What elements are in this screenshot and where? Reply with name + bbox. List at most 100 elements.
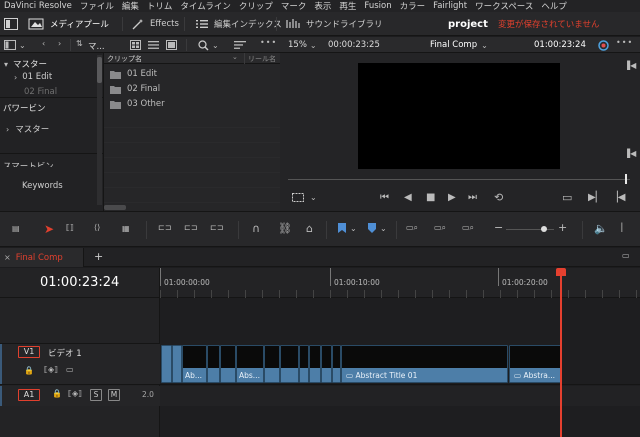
timeline-clip[interactable] [220,345,236,383]
mark-out-icon[interactable]: ▐◀ [624,149,636,158]
bin-item-01-edit[interactable]: › 01 Edit [14,72,52,82]
menu-trim[interactable]: トリム [147,0,173,12]
timeline-clip[interactable]: Ab... [182,345,207,383]
forward-icon[interactable]: › [58,39,61,48]
search-button[interactable]: ⌄ [198,40,219,51]
lock-icon[interactable]: 🔒 [52,389,62,398]
menu-help[interactable]: ヘルプ [541,0,567,12]
bin-list-toggle[interactable]: ⌄ [4,40,26,50]
thumbnail-view-button[interactable] [130,40,141,50]
zoom-in-icon[interactable]: + [558,221,567,234]
track-visibility-icon[interactable]: ▭ [66,365,74,374]
next-edit-icon[interactable]: ▕◀ [610,192,625,203]
timeline-options-icon[interactable]: ▭ [622,251,630,260]
sort-order-button[interactable] [234,40,246,50]
stop-icon[interactable]: ■ [426,192,435,203]
overwrite-clip-icon[interactable]: ⊏⊐ [184,223,197,232]
play-icon[interactable]: ▶ [448,192,456,203]
link-icon[interactable]: ⛓ [278,222,292,235]
dynamic-trim-icon[interactable]: ⟨⟩ [94,223,100,232]
bin-item-02-final[interactable]: 02 Final [24,87,57,97]
effects-button[interactable]: Effects [132,16,179,32]
timeline-clip[interactable]: Abs... [236,345,264,383]
sound-library-button[interactable]: サウンドライブラリ [286,16,383,32]
media-pool-button[interactable]: メディアプール [4,16,109,32]
timeline-clip[interactable] [280,345,299,383]
selection-tool-icon[interactable]: ➤ [44,222,54,236]
match-frame-icon[interactable]: ▭ [562,191,572,204]
marker-button[interactable]: ⌄ [368,223,387,233]
auto-select-icon[interactable]: ⟦◈⟧ [44,365,58,374]
smart-bin-keywords[interactable]: Keywords [22,181,63,191]
zoom-custom-icon[interactable]: ▭⌕ [462,223,474,233]
bin-list-scrollbar[interactable] [97,55,102,205]
list-item[interactable]: 02 Final [110,84,160,94]
first-frame-icon[interactable]: ⏮ [380,192,389,203]
sort-icon[interactable]: ⇅ [76,39,83,48]
timeline-ruler[interactable]: 01:00:00:00 01:00:10:00 01:00:20:00 [160,268,640,298]
close-icon[interactable]: × [4,253,11,262]
zoom-slider-handle[interactable] [541,226,547,232]
prev-edit-icon[interactable]: ▶▏ [588,192,603,203]
menu-view[interactable]: 表示 [314,0,331,12]
loop-icon[interactable]: ⟲ [494,191,503,204]
timeline-clip[interactable] [299,345,309,383]
trim-tool-icon[interactable]: ⟦⟧ [66,223,74,232]
master-bin[interactable]: ▾ マスター [4,58,47,71]
menu-mark[interactable]: マーク [281,0,307,12]
add-tab-button[interactable]: + [94,250,103,263]
power-bin-master[interactable]: › マスター [6,123,49,136]
timeline-clip[interactable] [207,345,220,383]
flag-button[interactable]: ⌄ [338,223,357,233]
back-icon[interactable]: ‹ [42,39,45,48]
timeline-clip[interactable] [172,345,182,383]
zoom-detail-icon[interactable]: ▭⌕ [434,223,446,233]
more-options-icon[interactable]: ••• [260,38,277,47]
zoom-dropdown[interactable]: 15% ⌄ [288,40,317,50]
column-reel-name[interactable]: リール名 [248,54,276,64]
auto-select-icon[interactable]: ⟦◈⟧ [68,389,82,398]
blade-tool-icon[interactable]: ▦ [122,224,130,233]
timeline-clip[interactable]: ▭ Abstra... [509,345,561,383]
menu-app[interactable]: DaVinci Resolve [4,1,72,11]
menu-clip[interactable]: クリップ [239,0,273,12]
menu-timeline[interactable]: タイムライン [180,0,230,12]
menu-color[interactable]: カラー [400,0,426,12]
insert-clip-icon[interactable]: ⊏⊐ [158,223,171,232]
zoom-out-icon[interactable]: − [494,221,503,234]
speaker-icon[interactable]: 🔈 [594,222,608,235]
color-wheel-button[interactable] [598,40,609,54]
v1-track-button[interactable]: V1 [18,346,40,358]
viewer-mode-button[interactable]: ⌄ [292,193,317,202]
snapping-icon[interactable]: ∩ [252,222,260,235]
list-view-button[interactable] [148,40,159,50]
lock-icon[interactable]: 🔒 [24,366,34,375]
timeline-clip-abstract-title[interactable]: ▭ Abstract Title 01 [341,345,508,383]
zoom-full-icon[interactable]: ▭⌕ [406,223,418,233]
mark-in-icon[interactable]: ▐◀ [624,61,636,70]
list-item[interactable]: 01 Edit [110,69,157,79]
edit-index-button[interactable]: 編集インデックス [196,16,282,32]
menu-edit[interactable]: 編集 [122,0,139,12]
timeline-clip[interactable] [309,345,321,383]
menu-fairlight[interactable]: Fairlight [433,1,467,11]
tab-final-comp[interactable]: × Final Comp [0,248,84,267]
timeline-selector[interactable]: Final Comp ⌄ [430,40,488,50]
column-clip-name[interactable]: クリップ名 [107,54,142,64]
menu-fusion[interactable]: Fusion [364,1,391,11]
solo-button[interactable]: S [90,389,102,401]
scrubber-track[interactable] [288,179,630,180]
a1-track-button[interactable]: A1 [18,389,40,401]
reverse-icon[interactable]: ◀ [404,192,412,203]
timeline-clip[interactable] [161,345,172,383]
audio-meter-icon[interactable]: ▕ [616,223,622,232]
menu-file[interactable]: ファイル [80,0,114,12]
v1-track-name[interactable]: ビデオ 1 [48,347,82,359]
timeline-clip[interactable] [332,345,341,383]
mute-button[interactable]: M [108,389,120,401]
lock-icon[interactable]: ⌂ [306,222,313,235]
timeline-clip[interactable] [321,345,332,383]
layout-icon[interactable]: ▤ [12,224,20,233]
metadata-view-button[interactable] [166,40,177,50]
scrubber-playhead[interactable] [625,174,627,184]
